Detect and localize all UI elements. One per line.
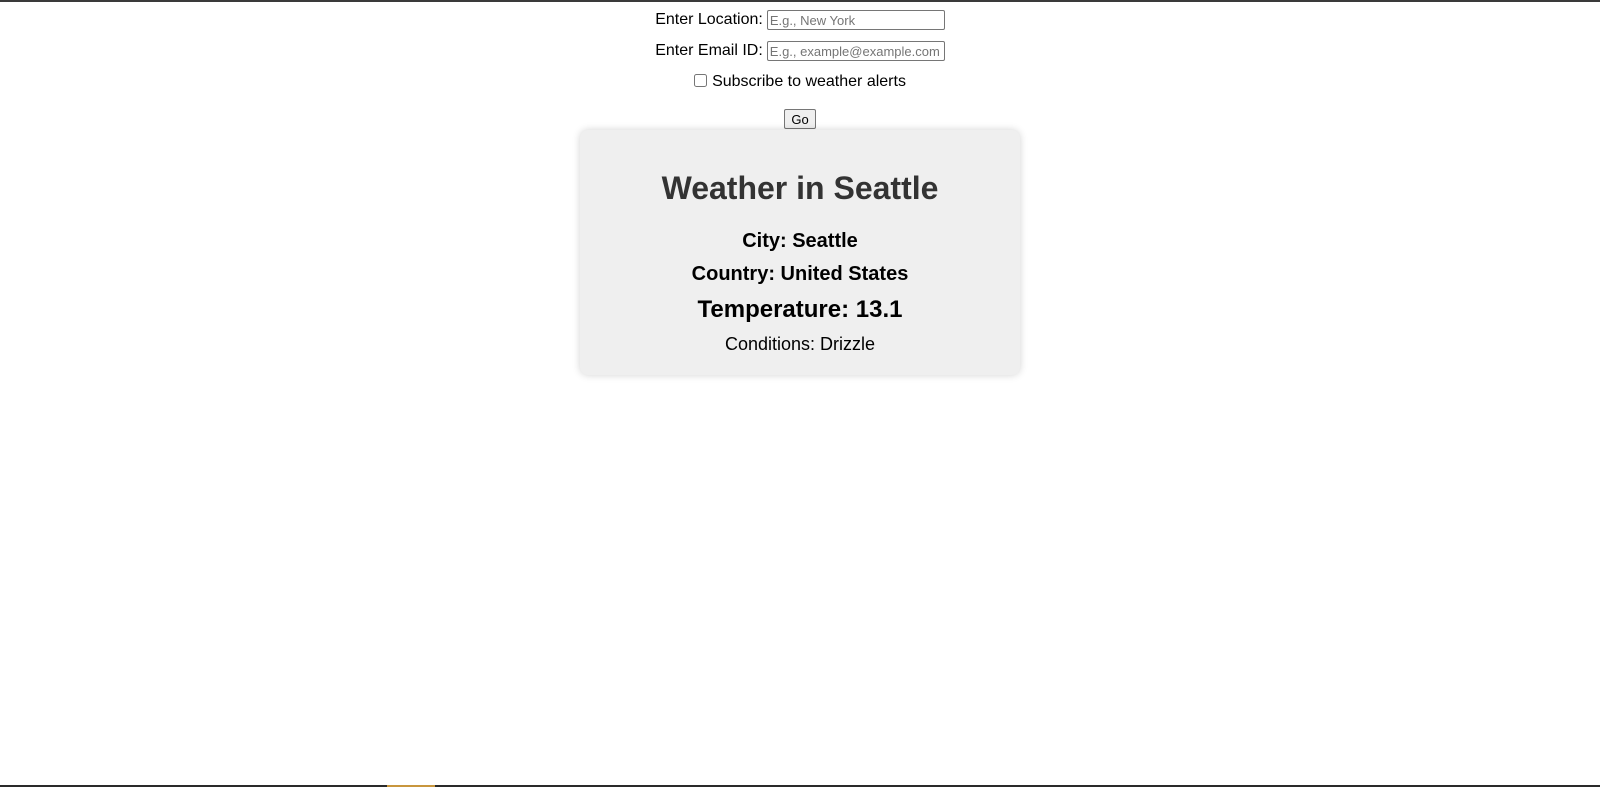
email-row: Enter Email ID: [0, 41, 1600, 61]
location-label: Enter Location: [655, 11, 763, 28]
go-button[interactable]: Go [784, 109, 816, 129]
subscribe-row: Subscribe to weather alerts [0, 72, 1600, 92]
email-label: Enter Email ID: [655, 42, 763, 59]
window-top-border [0, 0, 1600, 2]
country-line: Country: United States [691, 263, 909, 285]
city-line: City: Seattle [742, 230, 858, 252]
temperature-line: Temperature: 13.1 [697, 296, 903, 323]
subscribe-checkbox[interactable] [694, 74, 708, 88]
subscribe-label: Subscribe to weather alerts [712, 73, 906, 90]
location-input[interactable] [766, 10, 945, 30]
go-row: Go [0, 109, 1600, 130]
weather-card: Weather in Seattle City: Seattle Country… [580, 130, 1020, 375]
conditions-line: Conditions: Drizzle [724, 334, 876, 354]
location-row: Enter Location: [0, 10, 1600, 30]
email-input[interactable] [766, 41, 945, 61]
weather-title: Weather in Seattle [661, 170, 939, 206]
